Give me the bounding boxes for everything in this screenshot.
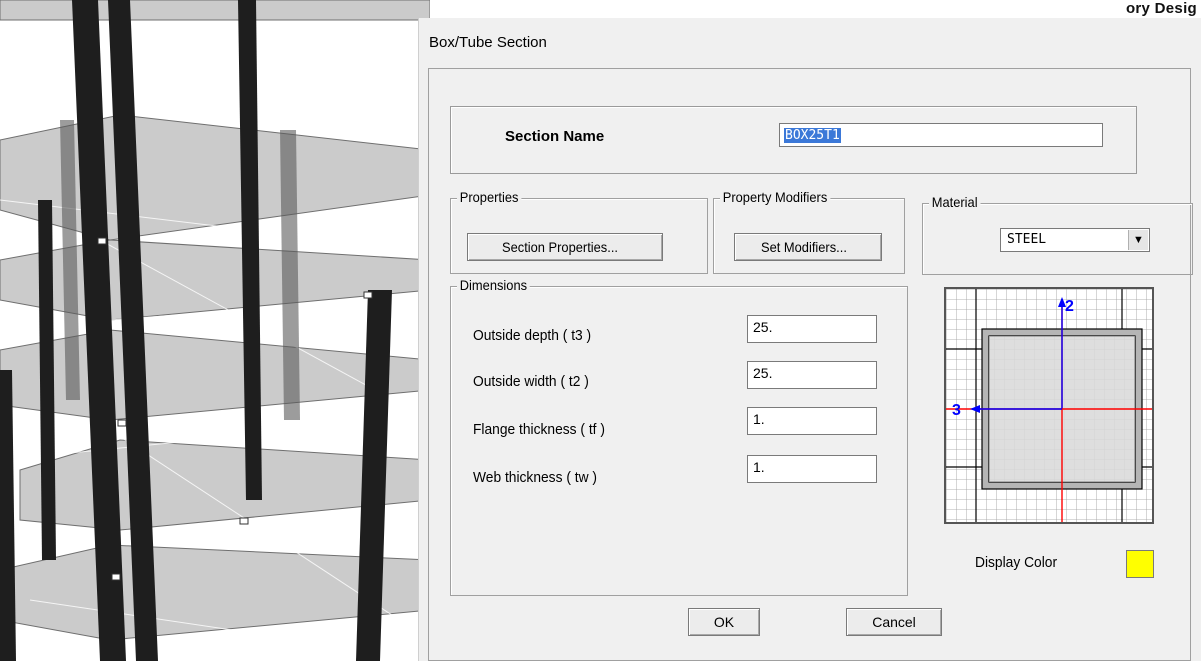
ok-button-label: OK <box>713 614 735 630</box>
outside-width-value: 25. <box>753 365 773 381</box>
dialog-content: Section Name BOX25T1 Properties Section … <box>418 18 1201 661</box>
outside-depth-value: 25. <box>753 319 773 335</box>
cancel-button-label: Cancel <box>872 614 916 630</box>
properties-group: Properties Section Properties... <box>450 189 708 274</box>
property-modifiers-group-title: Property Modifiers <box>720 189 831 205</box>
set-modifiers-button[interactable]: Set Modifiers... <box>734 233 882 261</box>
web-thickness-value: 1. <box>753 459 765 475</box>
set-modifiers-button-label: Set Modifiers... <box>761 239 848 255</box>
flange-thickness-input[interactable]: 1. <box>747 407 877 435</box>
section-properties-button[interactable]: Section Properties... <box>467 233 663 261</box>
dimensions-group: Dimensions Outside depth ( t3 ) 25. Outs… <box>450 277 908 596</box>
dimensions-group-title: Dimensions <box>457 277 530 293</box>
section-name-value: BOX25T1 <box>784 128 841 143</box>
ok-button[interactable]: OK <box>688 608 760 636</box>
section-name-label: Section Name <box>505 128 605 145</box>
background-corner-text: ory Desig <box>1125 0 1197 17</box>
material-group-title: Material <box>929 194 981 210</box>
flange-thickness-label: Flange thickness ( tf ) <box>473 421 605 438</box>
display-color-swatch[interactable] <box>1126 550 1154 578</box>
section-name-input[interactable]: BOX25T1 <box>779 123 1103 147</box>
property-modifiers-group: Property Modifiers Set Modifiers... <box>713 189 905 274</box>
axis-2-label: 2 <box>1065 298 1074 315</box>
display-color-label: Display Color <box>975 554 1058 571</box>
outside-depth-input[interactable]: 25. <box>747 315 877 343</box>
structural-3d-view <box>0 0 430 661</box>
section-preview: 2 3 <box>944 287 1154 524</box>
flange-thickness-value: 1. <box>753 411 765 427</box>
outside-depth-label: Outside depth ( t3 ) <box>473 327 592 344</box>
outside-width-label: Outside width ( t2 ) <box>473 373 589 390</box>
properties-group-title: Properties <box>457 189 522 205</box>
material-group: Material STEEL ▼ <box>922 194 1193 275</box>
axis-3-label: 3 <box>952 402 961 419</box>
outside-width-input[interactable]: 25. <box>747 361 877 389</box>
cancel-button[interactable]: Cancel <box>846 608 942 636</box>
section-properties-button-label: Section Properties... <box>501 239 618 255</box>
web-thickness-input[interactable]: 1. <box>747 455 877 483</box>
material-select[interactable]: STEEL ▼ <box>1000 228 1150 252</box>
chevron-down-icon[interactable]: ▼ <box>1128 230 1148 250</box>
web-thickness-label: Web thickness ( tw ) <box>473 469 597 486</box>
material-selected-value: STEEL <box>1007 232 1047 247</box>
section-preview-drawing: 2 3 <box>946 289 1152 522</box>
